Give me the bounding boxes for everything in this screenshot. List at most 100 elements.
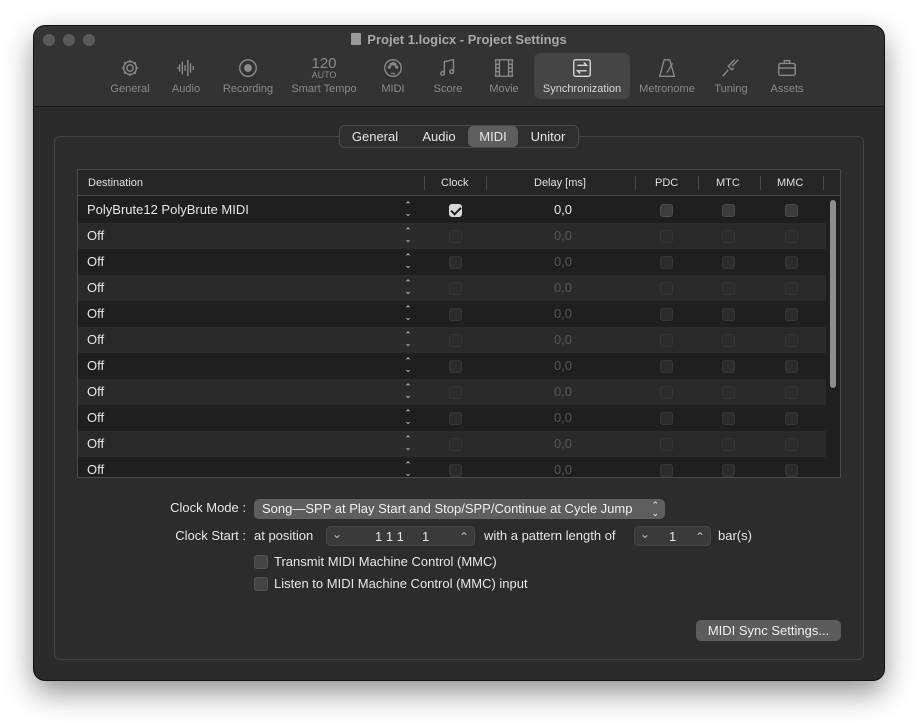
scrollbar-thumb[interactable]: [830, 200, 836, 388]
toolbar-assets[interactable]: Assets: [764, 53, 810, 99]
mmc-checkbox[interactable]: [785, 360, 798, 373]
mtc-checkbox[interactable]: [722, 282, 735, 295]
mmc-checkbox[interactable]: [785, 438, 798, 451]
clock-checkbox[interactable]: [449, 334, 462, 347]
transmit-mmc-checkbox[interactable]: [254, 555, 268, 569]
header-clock[interactable]: Clock: [441, 177, 469, 189]
table-row[interactable]: PolyBrute12 PolyBrute MIDI ⌃ ⌄ 0,0: [78, 197, 826, 223]
clock-checkbox[interactable]: [449, 230, 462, 243]
table-scrollbar[interactable]: [826, 196, 840, 477]
table-row[interactable]: Off ⌃ ⌄ 0,0: [78, 301, 826, 327]
column-divider[interactable]: [424, 176, 425, 190]
midi-sync-settings-button[interactable]: MIDI Sync Settings...: [696, 620, 841, 641]
delay-cell[interactable]: 0,0: [538, 462, 588, 477]
header-delay[interactable]: Delay [ms]: [534, 177, 586, 189]
mmc-checkbox[interactable]: [785, 282, 798, 295]
toolbar-score[interactable]: Score: [426, 53, 470, 99]
table-row[interactable]: Off ⌃ ⌄ 0,0: [78, 327, 826, 353]
column-divider[interactable]: [698, 176, 699, 190]
pdc-checkbox[interactable]: [660, 204, 673, 217]
table-row[interactable]: Off ⌃ ⌄ 0,0: [78, 379, 826, 405]
tab-general[interactable]: General: [340, 126, 410, 147]
toolbar-general[interactable]: General: [104, 53, 156, 99]
delay-cell[interactable]: 0,0: [538, 332, 588, 347]
column-divider[interactable]: [635, 176, 636, 190]
mtc-checkbox[interactable]: [722, 230, 735, 243]
clock-checkbox[interactable]: [449, 438, 462, 451]
mmc-checkbox[interactable]: [785, 412, 798, 425]
chevron-updown-icon[interactable]: ⌃ ⌄: [403, 253, 413, 270]
mmc-checkbox[interactable]: [785, 308, 798, 321]
destination-cell[interactable]: Off: [87, 306, 104, 321]
pdc-checkbox[interactable]: [660, 282, 673, 295]
mmc-checkbox[interactable]: [785, 230, 798, 243]
table-row[interactable]: Off ⌃ ⌄ 0,0: [78, 275, 826, 301]
mtc-checkbox[interactable]: [722, 256, 735, 269]
table-row[interactable]: Off ⌃ ⌄ 0,0: [78, 431, 826, 457]
clock-checkbox[interactable]: [449, 204, 462, 217]
delay-cell[interactable]: 0,0: [538, 410, 588, 425]
destination-cell[interactable]: Off: [87, 280, 104, 295]
destination-cell[interactable]: Off: [87, 228, 104, 243]
pdc-checkbox[interactable]: [660, 438, 673, 451]
tab-unitor[interactable]: Unitor: [518, 126, 578, 147]
delay-cell[interactable]: 0,0: [538, 280, 588, 295]
pdc-checkbox[interactable]: [660, 360, 673, 373]
destination-cell[interactable]: Off: [87, 254, 104, 269]
chevron-updown-icon[interactable]: ⌃ ⌄: [403, 305, 413, 322]
table-row[interactable]: Off ⌃ ⌄ 0,0: [78, 405, 826, 431]
toolbar-synchronization[interactable]: Synchronization: [534, 53, 630, 99]
header-mtc[interactable]: MTC: [716, 177, 740, 189]
mmc-checkbox[interactable]: [785, 464, 798, 477]
tab-midi[interactable]: MIDI: [468, 126, 518, 147]
mtc-checkbox[interactable]: [722, 360, 735, 373]
mtc-checkbox[interactable]: [722, 204, 735, 217]
pdc-checkbox[interactable]: [660, 334, 673, 347]
chevron-updown-icon[interactable]: ⌃ ⌄: [403, 201, 413, 218]
chevron-updown-icon[interactable]: ⌃ ⌄: [403, 331, 413, 348]
pattern-length-value[interactable]: 1: [669, 529, 676, 544]
listen-mmc-checkbox[interactable]: [254, 577, 268, 591]
table-row[interactable]: Off ⌃ ⌄ 0,0: [78, 223, 826, 249]
toolbar-recording[interactable]: Recording: [217, 53, 279, 99]
toolbar-metronome[interactable]: Metronome: [634, 53, 700, 99]
delay-cell[interactable]: 0,0: [538, 228, 588, 243]
toolbar-tuning[interactable]: Tuning: [709, 53, 753, 99]
table-row[interactable]: Off ⌃ ⌄ 0,0: [78, 353, 826, 379]
chevron-updown-icon[interactable]: ⌃ ⌄: [403, 357, 413, 374]
header-mmc[interactable]: MMC: [777, 177, 803, 189]
destination-cell[interactable]: Off: [87, 436, 104, 451]
toolbar-audio[interactable]: Audio: [162, 53, 210, 99]
header-destination[interactable]: Destination: [88, 177, 143, 189]
position-value[interactable]: 1 1 1 1: [375, 529, 429, 544]
column-divider[interactable]: [823, 176, 824, 190]
chevron-updown-icon[interactable]: ⌃ ⌄: [403, 435, 413, 452]
toolbar-smart-tempo[interactable]: 120 AUTO Smart Tempo: [285, 53, 363, 99]
clock-checkbox[interactable]: [449, 360, 462, 373]
mtc-checkbox[interactable]: [722, 438, 735, 451]
tab-audio[interactable]: Audio: [410, 126, 468, 147]
delay-cell[interactable]: 0,0: [538, 254, 588, 269]
chevron-down-icon[interactable]: ⌄: [640, 527, 650, 541]
transmit-mmc-label[interactable]: Transmit MIDI Machine Control (MMC): [274, 554, 497, 569]
mmc-checkbox[interactable]: [785, 256, 798, 269]
delay-cell[interactable]: 0,0: [538, 202, 588, 217]
clock-mode-popup[interactable]: Song—SPP at Play Start and Stop/SPP/Cont…: [254, 499, 665, 519]
chevron-updown-icon[interactable]: ⌃ ⌄: [403, 383, 413, 400]
transmit-mmc-option[interactable]: Transmit MIDI Machine Control (MMC): [254, 554, 554, 570]
position-stepper[interactable]: ⌄ 1 1 1 1 ⌃: [326, 526, 475, 546]
column-divider[interactable]: [760, 176, 761, 190]
header-pdc[interactable]: PDC: [655, 177, 678, 189]
delay-cell[interactable]: 0,0: [538, 436, 588, 451]
clock-checkbox[interactable]: [449, 464, 462, 477]
clock-checkbox[interactable]: [449, 256, 462, 269]
chevron-updown-icon[interactable]: ⌃ ⌄: [403, 461, 413, 478]
listen-mmc-label[interactable]: Listen to MIDI Machine Control (MMC) inp…: [274, 576, 528, 591]
pdc-checkbox[interactable]: [660, 412, 673, 425]
pdc-checkbox[interactable]: [660, 464, 673, 477]
delay-cell[interactable]: 0,0: [538, 358, 588, 373]
chevron-updown-icon[interactable]: ⌃ ⌄: [403, 279, 413, 296]
destination-cell[interactable]: Off: [87, 358, 104, 373]
column-divider[interactable]: [486, 176, 487, 190]
mmc-checkbox[interactable]: [785, 334, 798, 347]
